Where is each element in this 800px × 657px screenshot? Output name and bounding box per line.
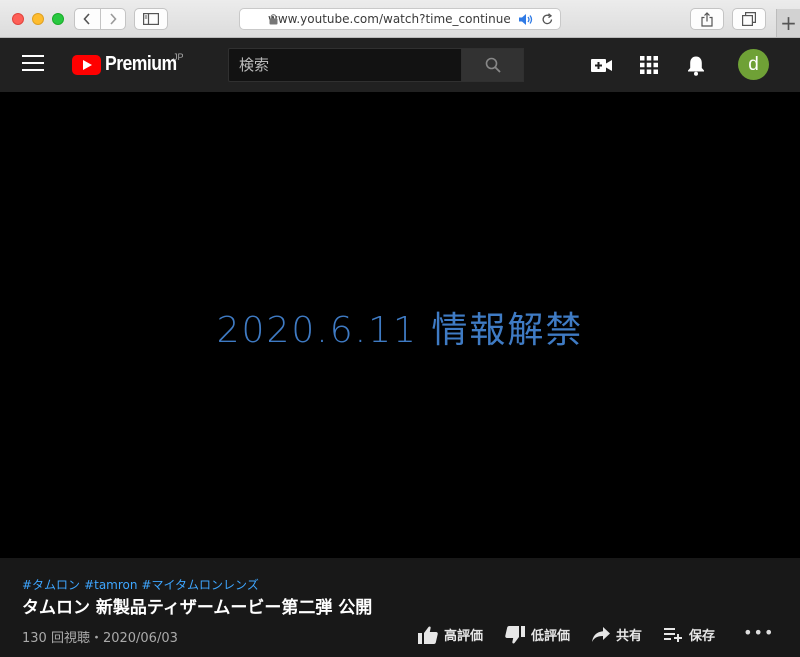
hamburger-menu-icon[interactable] xyxy=(22,55,44,75)
search-input[interactable] xyxy=(239,56,449,74)
dislike-label: 低評価 xyxy=(531,629,571,644)
more-actions-button[interactable]: ••• xyxy=(743,623,774,642)
like-label: 高評価 xyxy=(444,629,484,644)
new-tab-button[interactable]: + xyxy=(776,9,800,37)
search-button[interactable] xyxy=(461,48,524,82)
sidebar-icon xyxy=(143,13,159,25)
close-window-button[interactable] xyxy=(12,13,24,25)
share-page-button[interactable] xyxy=(690,8,724,30)
chevron-right-icon xyxy=(110,13,117,25)
video-camera-plus-icon xyxy=(591,58,612,72)
hashtag-link[interactable]: #マイタムロンレンズ xyxy=(141,578,258,592)
video-player[interactable]: 2020.6.11 情報解禁 xyxy=(0,92,800,558)
back-button[interactable] xyxy=(75,9,100,29)
logo-region: JP xyxy=(173,52,184,62)
video-overlay-text: 2020.6.11 情報解禁 xyxy=(216,310,584,351)
hashtag-list: #タムロン #tamron #マイタムロンレンズ xyxy=(22,576,263,593)
hashtag-link[interactable]: #タムロン xyxy=(22,578,80,592)
share-icon xyxy=(701,11,713,27)
logo-text: Premium xyxy=(105,53,177,75)
playlist-add-icon xyxy=(664,627,683,642)
fullscreen-window-button[interactable] xyxy=(52,13,64,25)
share-label: 共有 xyxy=(616,629,643,644)
reload-icon[interactable] xyxy=(541,13,554,26)
address-bar[interactable]: www.youtube.com/watch?time_continue=5 xyxy=(239,8,561,30)
thumbs-down-icon xyxy=(505,625,526,643)
show-tabs-button[interactable] xyxy=(732,8,766,30)
youtube-masthead: Premium JP d xyxy=(0,38,800,92)
save-button[interactable]: 保存 xyxy=(664,625,715,644)
dislike-button[interactable]: 低評価 xyxy=(505,625,570,644)
bell-icon xyxy=(688,56,704,76)
thumbs-up-icon xyxy=(418,626,438,644)
video-title: タムロン 新製品ティザームービー第二弾 公開 xyxy=(22,598,373,618)
chevron-left-icon xyxy=(83,13,90,25)
browser-toolbar: www.youtube.com/watch?time_continue=5 + xyxy=(0,0,800,38)
like-button[interactable]: 高評価 xyxy=(418,625,483,644)
save-label: 保存 xyxy=(689,629,716,644)
apps-grid-icon xyxy=(640,56,658,74)
youtube-play-icon xyxy=(72,55,101,75)
forward-button[interactable] xyxy=(99,9,126,29)
search-icon xyxy=(485,57,501,73)
sidebar-toggle-button[interactable] xyxy=(134,8,168,30)
minimize-window-button[interactable] xyxy=(32,13,44,25)
url-text: www.youtube.com/watch?time_continue=5 xyxy=(268,12,510,26)
view-count-and-date: 130 回視聴・2020/06/03 xyxy=(22,631,178,646)
video-actions: 高評価 低評価 共有 保存 ••• xyxy=(418,623,774,644)
share-arrow-icon xyxy=(592,627,611,642)
search-box xyxy=(228,48,462,82)
share-button[interactable]: 共有 xyxy=(592,625,642,644)
youtube-premium-logo[interactable]: Premium JP xyxy=(72,52,186,76)
create-video-button[interactable] xyxy=(590,53,614,77)
notifications-button[interactable] xyxy=(684,53,708,77)
apps-button[interactable] xyxy=(637,53,661,77)
video-info: #タムロン #tamron #マイタムロンレンズ タムロン 新製品ティザームービー第… xyxy=(0,558,800,657)
tabs-icon xyxy=(742,12,756,26)
hashtag-link[interactable]: #tamron xyxy=(84,578,137,592)
avatar[interactable]: d xyxy=(738,49,769,80)
lock-icon xyxy=(269,14,278,25)
history-nav xyxy=(74,8,126,30)
speaker-icon[interactable] xyxy=(518,13,534,26)
